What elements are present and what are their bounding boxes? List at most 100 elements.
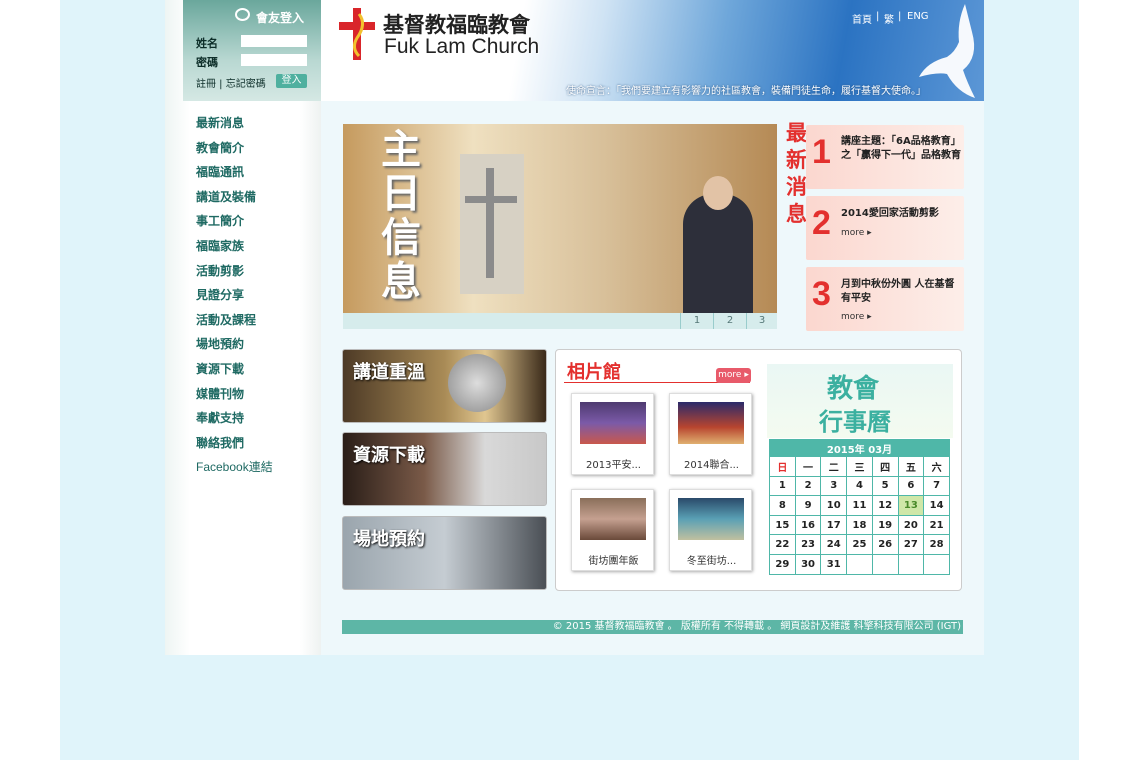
login-button[interactable]: 登入	[276, 74, 307, 88]
calendar-day[interactable]: 7	[923, 475, 950, 497]
calendar-day[interactable]: 21	[923, 514, 950, 536]
gallery-title: 相片館	[567, 362, 621, 383]
nav-item-courses[interactable]: 活動及課程	[196, 311, 273, 336]
cross-shape-bar	[465, 196, 517, 203]
weekday: 一	[794, 456, 822, 477]
register-forgot-links[interactable]: 註冊 | 忘記密碼	[196, 75, 266, 90]
footer: © 2015 基督教福臨教會 。 版權所有 不得轉載 。 網頁設計及維護 科擎科…	[342, 620, 963, 634]
calendar-day[interactable]: 2	[794, 475, 822, 497]
nav-item-family[interactable]: 福臨家族	[196, 237, 273, 262]
name-input[interactable]	[241, 35, 307, 47]
page-container: 會友登入 姓名 密碼 註冊 | 忘記密碼 登入 最新消息 教會簡介 福臨通訊 講…	[165, 0, 984, 655]
gallery-more-button[interactable]: more ▸	[716, 368, 751, 383]
calendar-day[interactable]: 26	[871, 534, 899, 555]
sermon-replay-button[interactable]: 講道重溫	[342, 349, 547, 423]
calendar-day[interactable]: 4	[846, 475, 873, 497]
calendar-day[interactable]: 3	[820, 475, 848, 497]
gallery-photo[interactable]: 2013平安...	[571, 393, 654, 475]
banner-page-3[interactable]: 3	[746, 313, 777, 329]
calendar-day[interactable]: 31	[820, 553, 848, 575]
calendar-day[interactable]: 12	[871, 495, 899, 516]
photo-caption: 街坊團年飯	[588, 556, 639, 567]
calendar-day[interactable]: 5	[871, 475, 899, 497]
news-number: 1	[812, 133, 831, 171]
microphone-icon	[448, 354, 506, 412]
weekday: 六	[923, 456, 950, 477]
calendar-header: 教會 行事曆	[767, 364, 953, 438]
calendar-day[interactable]: 27	[897, 534, 925, 555]
home-link[interactable]: 首頁	[852, 11, 872, 26]
calendar-day[interactable]: 9	[794, 495, 822, 516]
calendar-day[interactable]: 8	[769, 495, 796, 516]
nav-item-activities[interactable]: 活動剪影	[196, 262, 273, 287]
nav-item-booking[interactable]: 場地預約	[196, 335, 273, 360]
login-panel: 會友登入 姓名 密碼 註冊 | 忘記密碼 登入	[183, 0, 321, 101]
news-more-link[interactable]: more ▸	[841, 228, 872, 238]
calendar-day[interactable]: 17	[820, 514, 848, 536]
nav-item-contact[interactable]: 聯絡我們	[196, 434, 273, 459]
nav-item-facebook[interactable]: Facebook連結	[196, 458, 273, 483]
calendar-day[interactable]: 20	[897, 514, 925, 536]
calendar-day[interactable]: 25	[846, 534, 873, 555]
news-more-link[interactable]: more ▸	[841, 312, 872, 322]
banner-page-2[interactable]: 2	[713, 313, 746, 329]
speaker-image	[683, 194, 753, 313]
calendar-day[interactable]: 16	[794, 514, 822, 536]
news-card-1[interactable]: 1 講座主題：「6A品格教育」之「贏得下一代」品格教育	[806, 125, 964, 189]
nav-item-testimonies[interactable]: 見證分享	[196, 286, 273, 311]
button-label: 場地預約	[353, 529, 425, 550]
news-card-3[interactable]: 3 月到中秋份外圓 人在基督有平安 more ▸	[806, 267, 964, 331]
gallery-photo[interactable]: 冬至街坊...	[669, 489, 752, 571]
speaker-head	[703, 176, 733, 210]
calendar-day[interactable]: 28	[923, 534, 950, 555]
calendar-day[interactable]: 23	[794, 534, 822, 555]
calendar-day-today[interactable]: 13	[897, 495, 925, 516]
traditional-chinese-link[interactable]: 繁	[884, 11, 894, 26]
photo-caption: 2014聯合...	[684, 460, 739, 471]
password-label: 密碼	[196, 56, 218, 69]
nav-item-ministries[interactable]: 事工簡介	[196, 212, 273, 237]
calendar-day[interactable]: 11	[846, 495, 873, 516]
calendar-day[interactable]: 24	[820, 534, 848, 555]
calendar-day[interactable]: 15	[769, 514, 796, 536]
photo-thumbnail	[678, 498, 744, 540]
weekday: 二	[820, 456, 848, 477]
nav-item-media[interactable]: 媒體刊物	[196, 385, 273, 410]
news-card-2[interactable]: 2 2014愛回家活動剪影 more ▸	[806, 196, 964, 260]
photo-thumbnail	[580, 402, 646, 444]
nav-item-downloads[interactable]: 資源下載	[196, 360, 273, 385]
calendar-day[interactable]: 6	[897, 475, 925, 497]
news-text: 講座主題：「6A品格教育」之「贏得下一代」品格教育	[841, 136, 961, 161]
calendar-day[interactable]: 14	[923, 495, 950, 516]
venue-booking-button[interactable]: 場地預約	[342, 516, 547, 590]
nav-item-sermons[interactable]: 講道及裝備	[196, 188, 273, 213]
church-name-en: Fuk Lam Church	[384, 35, 540, 58]
banner-pager: 1 2 3	[343, 313, 777, 329]
cross-logo-icon	[339, 8, 375, 60]
calendar-week: 15 16 17 18 19 20 21	[769, 514, 950, 536]
calendar-day[interactable]: 29	[769, 553, 796, 575]
mission-statement: 使命宣言：「我們要建立有影響力的社區教會，裝備門徒生命，履行基督大使命。」	[566, 86, 926, 97]
gallery-photo[interactable]: 街坊團年飯	[571, 489, 654, 571]
calendar-day[interactable]: 22	[769, 534, 796, 555]
calendar-day[interactable]: 10	[820, 495, 848, 516]
gallery-photo[interactable]: 2014聯合...	[669, 393, 752, 475]
nav-item-newsletter[interactable]: 福臨通訊	[196, 163, 273, 188]
calendar-day[interactable]: 18	[846, 514, 873, 536]
news-text: 月到中秋份外圓 人在基督有平安	[841, 279, 955, 304]
sermon-banner[interactable]: 主日信息	[343, 124, 777, 313]
calendar-day[interactable]: 1	[769, 475, 796, 497]
calendar-day[interactable]: 19	[871, 514, 899, 536]
login-title: 會友登入	[256, 11, 305, 25]
nav-item-news[interactable]: 最新消息	[196, 114, 273, 139]
downloads-button[interactable]: 資源下載	[342, 432, 547, 506]
calendar-week: 8 9 10 11 12 13 14	[769, 495, 950, 516]
link-separator: |	[898, 11, 902, 22]
nav-item-about[interactable]: 教會簡介	[196, 139, 273, 164]
photo-caption: 冬至街坊...	[686, 556, 737, 567]
calendar-day	[871, 553, 899, 575]
calendar-day[interactable]: 30	[794, 553, 822, 575]
nav-item-offering[interactable]: 奉獻支持	[196, 409, 273, 434]
password-input[interactable]	[241, 54, 307, 66]
banner-page-1[interactable]: 1	[680, 313, 713, 329]
